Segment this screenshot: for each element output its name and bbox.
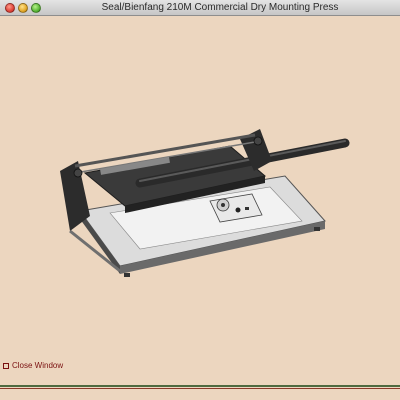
window-close-button[interactable] bbox=[5, 3, 15, 13]
window-titlebar[interactable]: Seal/Bienfang 210M Commercial Dry Mounti… bbox=[0, 0, 400, 16]
window-title: Seal/Bienfang 210M Commercial Dry Mounti… bbox=[101, 2, 339, 13]
close-window-link[interactable]: Close Window bbox=[3, 361, 63, 371]
window-minimize-button[interactable] bbox=[18, 3, 28, 13]
bottom-border bbox=[0, 385, 400, 400]
bottom-border-red bbox=[0, 388, 400, 389]
product-image bbox=[60, 129, 350, 277]
close-window-icon bbox=[3, 362, 9, 369]
page-content: Close Window bbox=[0, 16, 400, 385]
close-window-label: Close Window bbox=[12, 361, 64, 370]
bottom-border-green bbox=[0, 385, 400, 387]
window-zoom-button[interactable] bbox=[31, 3, 41, 13]
